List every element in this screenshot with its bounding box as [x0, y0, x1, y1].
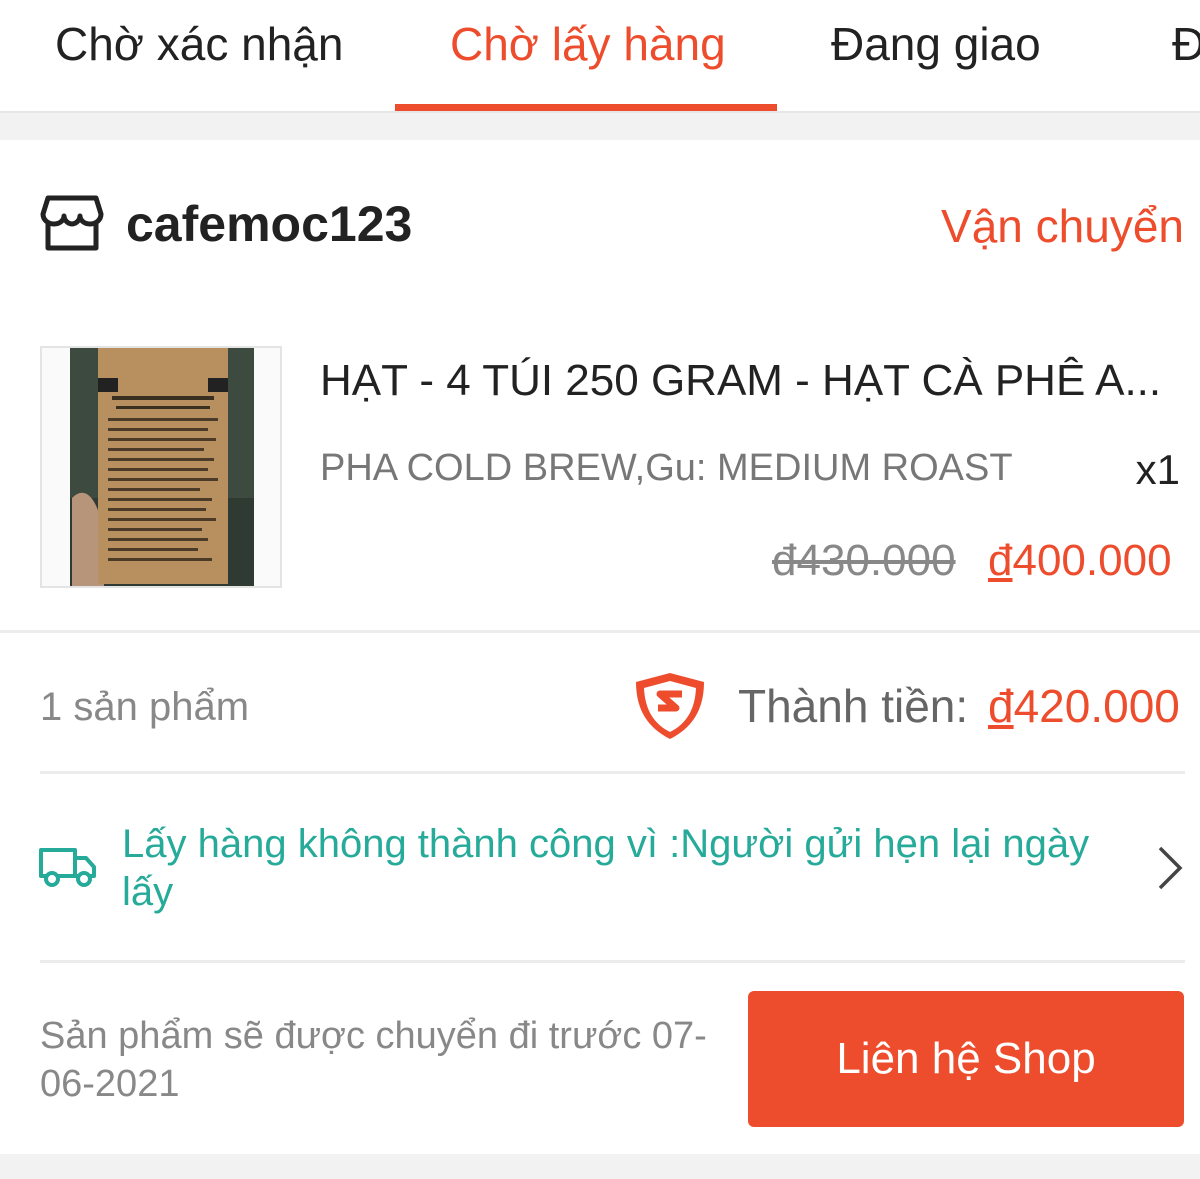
order-status-tabs: Chờ xác nhận Chờ lấy hàng Đang giao Đ [0, 0, 1200, 113]
product-name[interactable]: HẠT - 4 TÚI 250 GRAM - HẠT CÀ PHÊ A... [320, 352, 1180, 410]
active-tab-indicator [395, 104, 777, 111]
tab-dang-giao[interactable]: Đang giao [831, 14, 1041, 74]
tab-cho-xac-nhan[interactable]: Chờ xác nhận [55, 14, 343, 74]
shield-icon [636, 673, 704, 739]
original-price-value: 430.000 [796, 536, 956, 585]
ship-deadline-note: Sản phẩm sẽ được chuyển đi trước 07-06-2… [40, 1015, 707, 1105]
divider [40, 771, 1185, 774]
order-card[interactable]: cafemoc123 Vận chuyển HẠT - 4 TÚI 250 GR… [0, 140, 1200, 1154]
shop-name[interactable]: cafemoc123 [126, 192, 412, 256]
original-price: đ430.000 [772, 532, 956, 590]
total-amount-value: 420.000 [1013, 680, 1180, 732]
divider [0, 630, 1200, 633]
currency-symbol: đ [772, 536, 797, 585]
currency-symbol: đ [988, 680, 1014, 732]
shop-icon [40, 195, 104, 251]
shipping-status-message[interactable]: Lấy hàng không thành công vì :Người gửi … [122, 820, 1112, 916]
tab-cho-lay-hang[interactable]: Chờ lấy hàng [450, 14, 726, 74]
sale-price: đ400.000 [988, 532, 1172, 590]
shipping-status-label: Vận chuyển [941, 200, 1184, 252]
currency-symbol: đ [988, 536, 1013, 585]
product-variation: PHA COLD BREW,Gu: MEDIUM ROAST [320, 447, 1013, 489]
chevron-right-icon[interactable] [1154, 844, 1186, 892]
product-quantity: x1 [1135, 446, 1180, 493]
product-thumbnail[interactable] [40, 346, 282, 588]
tab-next-partial[interactable]: Đ [1172, 14, 1200, 74]
sale-price-value: 400.000 [1012, 536, 1172, 585]
contact-shop-button[interactable]: Liên hệ Shop [748, 991, 1184, 1127]
coffee-bag-photo-icon [70, 348, 254, 586]
total-label: Thành tiền: [738, 680, 969, 732]
divider [40, 960, 1185, 963]
truck-icon [39, 848, 96, 887]
total-amount: đ420.000 [988, 676, 1180, 736]
item-count: 1 sản phẩm [40, 685, 250, 729]
